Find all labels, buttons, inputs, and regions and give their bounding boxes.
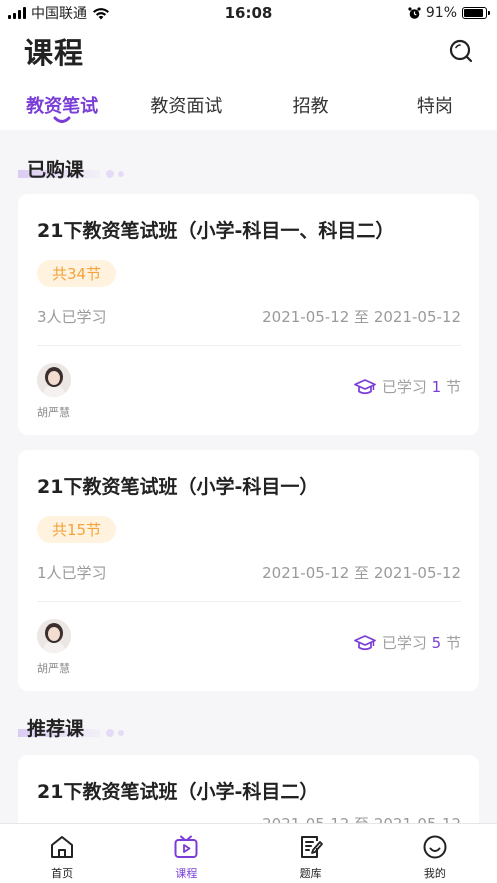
- divider: [37, 601, 461, 602]
- nav-label: 题库: [299, 867, 322, 880]
- progress-prefix: 已学习: [381, 378, 427, 396]
- nav-label: 首页: [51, 867, 74, 880]
- progress-count: 5: [431, 634, 442, 652]
- course-title: 21下教资笔试班（小学-科目一、科目二）: [37, 220, 395, 242]
- teacher-avatar: [37, 619, 71, 653]
- alarm-icon: [408, 6, 421, 19]
- tab-written-exam[interactable]: 教资笔试: [0, 76, 124, 130]
- learner-count: 1人已学习: [37, 564, 107, 582]
- course-dates: 2021-05-12 至 2021-05-12: [262, 308, 461, 326]
- tab-interview[interactable]: 教资面试: [124, 76, 248, 130]
- status-right: 91%: [408, 5, 490, 21]
- course-title: 21下教资笔试班（小学-科目二）: [37, 781, 319, 803]
- question-bank-icon: [300, 836, 323, 858]
- tab-label: 特岗: [416, 96, 453, 117]
- nav-home[interactable]: 首页: [0, 824, 124, 883]
- course-title: 21下教资笔试班（小学-科目一）: [37, 476, 319, 498]
- section-title-purchased: 已购课: [27, 159, 85, 181]
- tab-label: 教资笔试: [26, 96, 99, 117]
- carrier-label: 中国联通: [31, 6, 87, 22]
- nav-course[interactable]: 课程: [124, 824, 248, 883]
- divider: [37, 345, 461, 346]
- progress-suffix: 节: [445, 634, 461, 652]
- nav-label: 我的: [423, 867, 446, 880]
- course-tv-icon: [174, 835, 198, 858]
- bottom-nav: 首页 课程 题库 我的: [0, 823, 497, 883]
- profile-smile-icon: [423, 835, 447, 859]
- signal-icon: [8, 7, 26, 19]
- header: 课程: [0, 26, 497, 76]
- section-title-recommended: 推荐课: [27, 718, 85, 740]
- graduation-cap-icon: [354, 378, 376, 394]
- status-time: 16:08: [224, 4, 273, 22]
- category-tabs: 教资笔试 教资面试 招教 特岗: [0, 76, 497, 130]
- home-icon: [51, 836, 74, 858]
- course-card[interactable]: 21下教资笔试班（小学-科目一） 共15节 1人已学习 2021-05-12 至…: [18, 450, 479, 691]
- wifi-icon: [93, 7, 109, 19]
- search-icon: [449, 39, 473, 63]
- lesson-count-badge: 共15节: [37, 516, 117, 543]
- battery-icon: [462, 7, 490, 19]
- tab-label: 教资面试: [150, 96, 223, 117]
- tab-recruitment[interactable]: 招教: [249, 76, 373, 130]
- progress-count: 1: [431, 378, 442, 396]
- progress-prefix: 已学习: [381, 634, 427, 652]
- lesson-count-badge: 共34节: [37, 260, 117, 287]
- status-left: 中国联通: [8, 3, 110, 23]
- teacher-name: 胡严慧: [37, 406, 70, 419]
- progress-suffix: 节: [445, 378, 461, 396]
- study-progress: 已学习 5 节: [354, 632, 461, 653]
- active-tab-indicator: [53, 116, 71, 123]
- battery-percent: 91%: [425, 5, 457, 21]
- tab-label: 招教: [292, 96, 329, 117]
- course-card[interactable]: 21下教资笔试班（小学-科目一、科目二） 共34节 3人已学习 2021-05-…: [18, 194, 479, 435]
- nav-question-bank[interactable]: 题库: [249, 824, 373, 883]
- nav-profile[interactable]: 我的: [373, 824, 497, 883]
- status-bar: 中国联通 16:08 91%: [0, 0, 497, 26]
- course-dates: 2021-05-12 至 2021-05-12: [262, 564, 461, 582]
- page-title: 课程: [24, 36, 85, 70]
- teacher-avatar: [37, 363, 71, 397]
- nav-label: 课程: [175, 867, 198, 880]
- graduation-cap-icon: [354, 634, 376, 650]
- study-progress: 已学习 1 节: [354, 376, 461, 397]
- search-button[interactable]: [447, 37, 475, 65]
- teacher-name: 胡严慧: [37, 662, 70, 675]
- learner-count: 3人已学习: [37, 308, 107, 326]
- tab-special-post[interactable]: 特岗: [373, 76, 497, 130]
